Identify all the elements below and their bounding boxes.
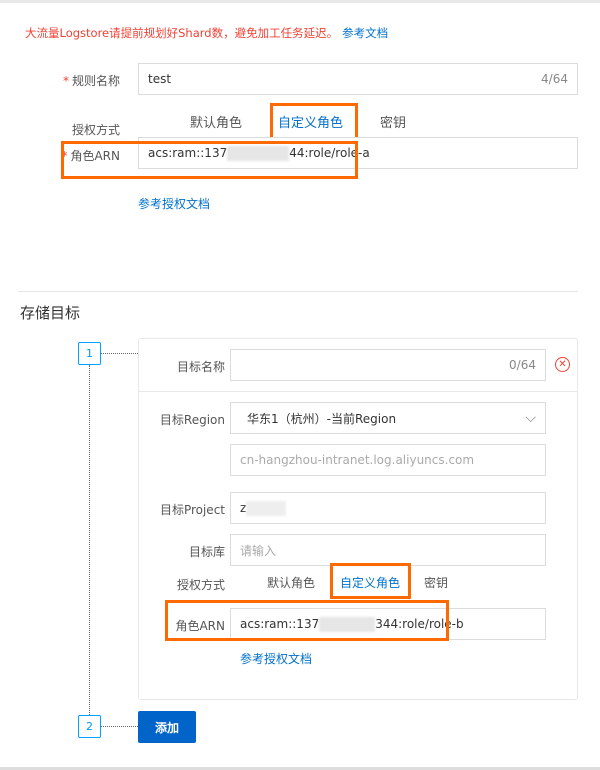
target-name-label: 目标名称 [176, 360, 225, 374]
target-tab-default-role[interactable]: 默认角色 [267, 574, 315, 591]
rule-name-label: * 规则名称 [62, 74, 120, 88]
top-border [0, 0, 600, 3]
target-region-select[interactable]: 华东1（杭州）-当前Region ⌵ [230, 402, 546, 434]
redacted-blur [246, 500, 287, 516]
target-region-label: 目标Region [159, 413, 225, 427]
rule-name-input[interactable]: test 4/64 [138, 63, 578, 95]
shard-warning: 大流量Logstore请提前规划好Shard数，避免加工任务延迟。 参考文档 [25, 25, 388, 41]
auth-method-label: 授权方式 [71, 123, 120, 137]
chevron-down-icon: ⌵ [525, 410, 536, 426]
warning-text: 大流量Logstore请提前规划好Shard数，避免加工任务延迟。 [25, 26, 339, 40]
char-count: 4/64 [541, 72, 568, 86]
step-2-badge: 2 [78, 715, 101, 738]
add-target-button[interactable]: 添加 [138, 711, 196, 743]
step-connector [89, 365, 90, 715]
tab-default-role[interactable]: 默认角色 [190, 112, 242, 131]
target-name-input[interactable]: 0/64 [230, 349, 546, 381]
step-1-connector [101, 353, 138, 354]
step-2-connector [101, 726, 138, 727]
auth-doc-link[interactable]: 参考授权文档 [138, 195, 210, 212]
storage-target-heading: 存储目标 [20, 304, 81, 322]
highlight-target-custom-role-tab [330, 563, 411, 599]
step-1-badge: 1 [78, 342, 101, 365]
section-divider [18, 291, 578, 292]
target-tab-secret-key[interactable]: 密钥 [424, 574, 448, 591]
target-project-label: 目标Project [159, 503, 225, 517]
remove-target-icon[interactable]: ✕ [555, 357, 570, 372]
target-store-label: 目标库 [188, 545, 225, 559]
target-project-input[interactable]: z [230, 492, 546, 524]
highlight-target-role-arn [165, 600, 449, 641]
highlight-custom-role-tab [270, 103, 358, 140]
card-header-divider [139, 391, 577, 392]
tab-secret-key[interactable]: 密钥 [380, 112, 406, 131]
reference-doc-link[interactable]: 参考文档 [342, 26, 388, 40]
target-auth-label: 授权方式 [176, 578, 225, 592]
target-store-input[interactable]: 请输入 [230, 534, 546, 566]
highlight-role-arn [61, 141, 358, 179]
endpoint-input[interactable]: cn-hangzhou-intranet.log.aliyuncs.com [230, 444, 546, 476]
target-auth-doc-link[interactable]: 参考授权文档 [240, 650, 312, 667]
